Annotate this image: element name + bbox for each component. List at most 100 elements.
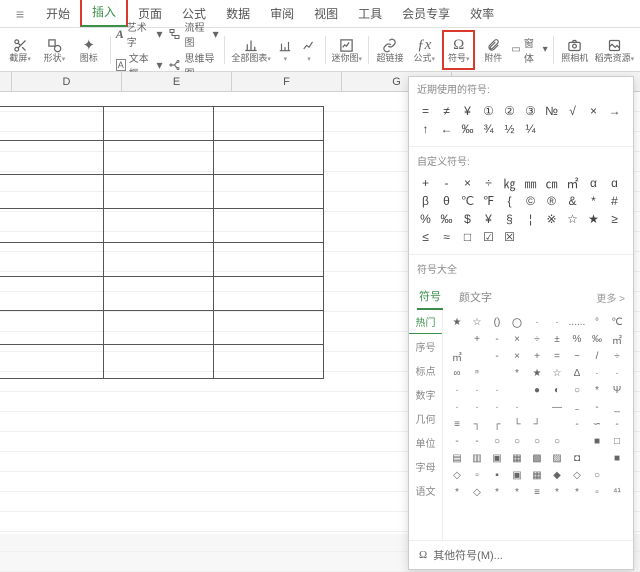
symbol-item[interactable]: ≈ [436,228,457,246]
symbol-item[interactable]: ▦ [507,450,527,467]
symbol-item[interactable]: ‰ [436,210,457,228]
symbol-item[interactable]: - [467,433,487,450]
symbol-item[interactable] [487,365,507,382]
symbol-item[interactable]: - [587,399,607,416]
symbol-item[interactable]: ▨ [547,450,567,467]
resources-button[interactable]: 稻壳资源▾ [593,30,636,70]
allcharts-button[interactable]: 全部图表▾ [230,30,273,70]
category-几何[interactable]: 几何 [409,406,442,430]
symbol-item[interactable]: ...... [567,314,587,331]
symbol-item[interactable] [507,382,527,399]
symbol-item[interactable]: ■ [587,433,607,450]
symbol-item[interactable]: * [587,382,607,399]
symbol-button[interactable]: Ω 符号▾ [442,30,475,70]
other-symbols-button[interactable]: Ω 其他符号(M)... [409,540,633,569]
symbol-item[interactable]: ﹣ [567,399,587,416]
menu-start[interactable]: 开始 [36,0,80,27]
symbol-item[interactable]: ® [541,192,562,210]
symbol-item[interactable]: = [547,348,567,365]
symbol-item[interactable]: © [520,192,541,210]
symbol-item[interactable]: ② [499,102,520,120]
symbol-item[interactable]: ③ [520,102,541,120]
symbol-item[interactable]: ◇ [467,484,487,501]
symbol-item[interactable]: → [604,102,625,120]
symbol-item[interactable]: · [527,314,547,331]
forms-button[interactable]: ▭ 窗体▾ [511,35,547,65]
category-标点[interactable]: 标点 [409,358,442,382]
symbol-item[interactable]: + [527,348,547,365]
wordart-button[interactable]: A 艺术字▾ [116,19,163,49]
symbol-item[interactable]: · [487,382,507,399]
category-语文[interactable]: 语文 [409,478,442,502]
symbol-item[interactable]: * [447,484,467,501]
symbol-item[interactable]: ■ [607,450,627,467]
symbol-item[interactable]: * [567,484,587,501]
symbol-item[interactable]: ¦ [520,210,541,228]
symbol-item[interactable]: ↑ [415,120,436,138]
symbol-item[interactable]: ⁿ [467,365,487,382]
symbol-item[interactable]: ▫ [467,467,487,484]
tab-kaomoji[interactable]: 颜文字 [457,285,494,309]
symbol-item[interactable] [467,348,487,365]
symbol-item[interactable] [587,450,607,467]
symbol-item[interactable]: ÷ [478,174,499,192]
symbol-item[interactable]: × [507,331,527,348]
category-热门[interactable]: 热门 [409,310,442,334]
symbol-item[interactable] [567,433,587,450]
symbol-item[interactable]: · [467,399,487,416]
symbol-item[interactable]: ℉ [478,192,499,210]
symbol-item[interactable]: ┐ [467,416,487,433]
app-menu-icon[interactable]: ≡ [4,6,36,22]
symbol-item[interactable]: ≤ [415,228,436,246]
symbol-item[interactable]: № [541,102,562,120]
symbol-item[interactable]: & [562,192,583,210]
symbol-item[interactable]: * [583,192,604,210]
symbol-item[interactable]: () [487,314,507,331]
shapes-button[interactable]: 形状▾ [38,30,70,70]
symbol-item[interactable]: - [607,416,627,433]
menu-view[interactable]: 视图 [304,0,348,27]
symbol-item[interactable]: × [457,174,478,192]
icons-button[interactable]: ✦ 图标 [73,30,105,70]
symbol-item[interactable]: ◐ [547,382,567,399]
symbol-item[interactable]: · [447,382,467,399]
screenshot-button[interactable]: 截屏▾ [4,30,36,70]
flowchart-button[interactable]: 流程图▾ [168,19,218,49]
symbol-item[interactable]: ℃ [607,314,627,331]
symbol-item[interactable]: § [499,210,520,228]
symbol-item[interactable]: ◇ [447,467,467,484]
symbol-item[interactable]: × [507,348,527,365]
category-单位[interactable]: 单位 [409,430,442,454]
symbol-item[interactable]: □ [457,228,478,246]
symbol-item[interactable]: ┌ [487,416,507,433]
symbol-item[interactable]: └ [507,416,527,433]
symbol-item[interactable]: ‰ [457,120,478,138]
symbol-item[interactable]: ¼ [520,120,541,138]
symbol-item[interactable]: ▣ [507,467,527,484]
category-数字[interactable]: 数字 [409,382,442,406]
symbol-item[interactable]: ※ [541,210,562,228]
symbol-item[interactable] [547,416,567,433]
symbol-item[interactable]: / [587,348,607,365]
symbol-item[interactable]: ㎡ [562,174,583,192]
symbol-item[interactable]: ~ [567,348,587,365]
col-header[interactable]: F [232,72,342,91]
symbol-item[interactable]: Ψ [607,382,627,399]
symbol-item[interactable]: % [567,331,587,348]
symbol-item[interactable]: - [567,416,587,433]
symbol-item[interactable]: ☆ [547,365,567,382]
menu-efficiency[interactable]: 效率 [460,0,504,27]
col-header[interactable]: D [12,72,122,91]
symbol-item[interactable]: ● [527,382,547,399]
symbol-item[interactable]: □ [607,433,627,450]
symbol-item[interactable]: ≡ [447,416,467,433]
symbol-item[interactable]: · [587,365,607,382]
symbol-item[interactable]: 〇 [507,314,527,331]
category-序号[interactable]: 序号 [409,334,442,358]
symbol-item[interactable]: ÷ [607,348,627,365]
symbol-item[interactable]: ½ [499,120,520,138]
col-corner[interactable] [0,72,12,91]
symbol-item[interactable]: ≠ [436,102,457,120]
symbol-item[interactable]: ≥ [604,210,625,228]
symbol-item[interactable]: ★ [527,365,547,382]
